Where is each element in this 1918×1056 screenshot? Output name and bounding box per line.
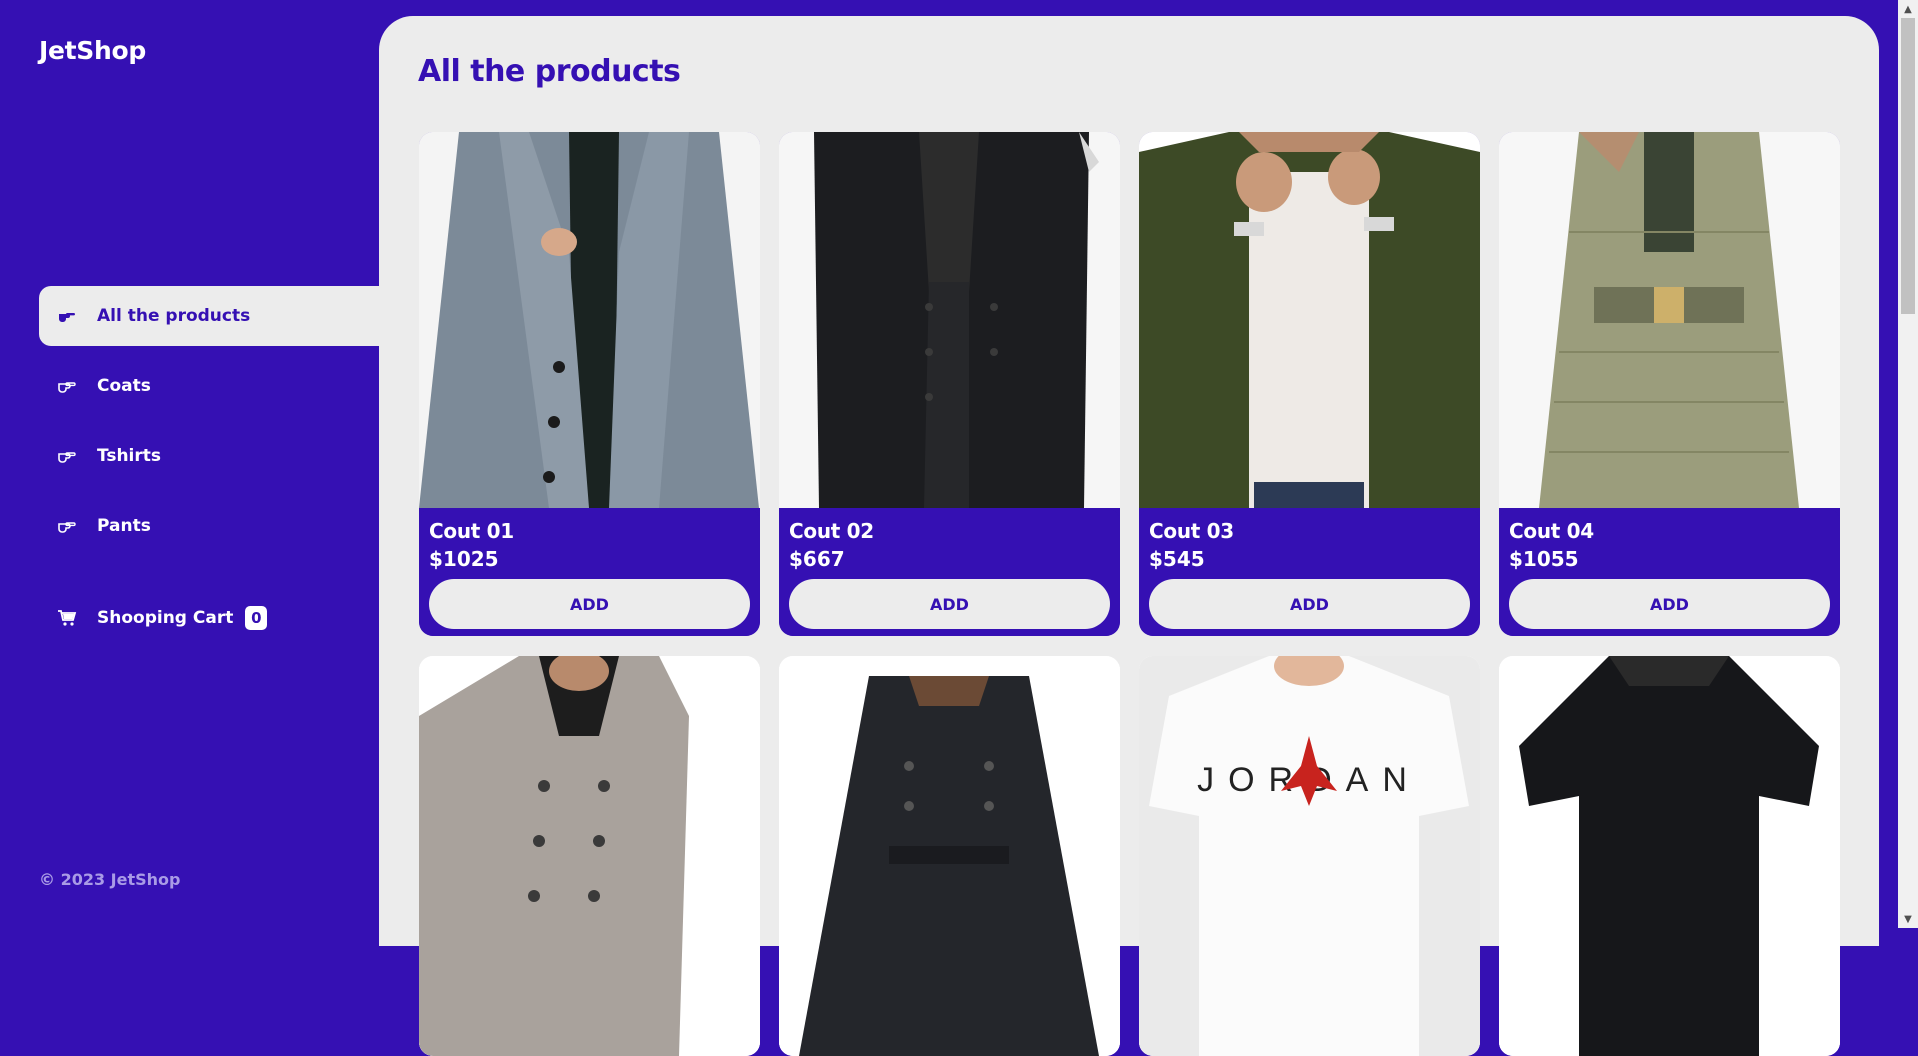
product-grid: Cout 01 $1025 ADD Cout 02 $667 ADD Cout … (419, 132, 1840, 1056)
hand-pointer-icon (57, 516, 77, 536)
brand-logo[interactable]: JetShop (39, 36, 146, 65)
add-to-cart-button[interactable]: ADD (789, 579, 1110, 629)
product-name: Cout 01 (429, 519, 514, 543)
product-card (419, 656, 760, 1056)
page-title: All the products (418, 54, 681, 89)
product-image-grey-wool-coat[interactable] (419, 132, 760, 508)
product-price: $545 (1149, 547, 1205, 571)
product-image-olive-puffer-coat[interactable] (1499, 132, 1840, 508)
product-image-black-double-breasted-coat[interactable] (779, 656, 1120, 1056)
cart-count-badge: 0 (245, 606, 268, 630)
product-card: Cout 03 $545 ADD (1139, 132, 1480, 636)
product-price: $1025 (429, 547, 499, 571)
product-image-white-jordan-tshirt[interactable]: JORDAN (1139, 656, 1480, 1056)
product-info: Cout 04 $1055 ADD (1499, 508, 1840, 636)
shopping-cart-link[interactable]: Shooping Cart 0 (57, 606, 268, 630)
product-info: Cout 01 $1025 ADD (419, 508, 760, 636)
product-name: Cout 03 (1149, 519, 1234, 543)
product-name: Cout 04 (1509, 519, 1594, 543)
product-card (1499, 656, 1840, 1056)
sidebar-item-all-products[interactable]: All the products (39, 286, 380, 346)
sidebar-nav: All the products Coats Tshirts Pants (39, 286, 380, 566)
main-content: All the products Cout 01 $1025 ADD Cout … (379, 16, 1879, 1056)
scroll-thumb[interactable] (1901, 18, 1915, 314)
product-info: Cout 03 $545 ADD (1139, 508, 1480, 636)
sidebar: JetShop All the products Coats Tshirts P… (0, 0, 380, 928)
product-image-black-trench-coat[interactable] (779, 132, 1120, 508)
cart-label: Shooping Cart (97, 608, 234, 628)
footer-copyright: © 2023 JetShop (39, 870, 181, 889)
sidebar-item-coats[interactable]: Coats (39, 356, 380, 416)
product-card: Cout 02 $667 ADD (779, 132, 1120, 636)
scroll-down-icon[interactable]: ▼ (1898, 910, 1918, 928)
sidebar-item-tshirts[interactable]: Tshirts (39, 426, 380, 486)
hand-pointer-icon (57, 376, 77, 396)
product-card: JORDAN (1139, 656, 1480, 1056)
product-name: Cout 02 (789, 519, 874, 543)
hand-pointer-icon (57, 306, 77, 326)
add-to-cart-button[interactable]: ADD (1149, 579, 1470, 629)
sidebar-item-label: Tshirts (97, 446, 162, 466)
hand-pointer-icon (57, 446, 77, 466)
add-to-cart-button[interactable]: ADD (429, 579, 750, 629)
product-image-black-tshirt[interactable] (1499, 656, 1840, 1056)
sidebar-item-label: Pants (97, 516, 151, 536)
shopping-cart-icon (57, 608, 77, 628)
product-image-grey-peacoat[interactable] (419, 656, 760, 1056)
product-price: $1055 (1509, 547, 1579, 571)
sidebar-item-label: Coats (97, 376, 151, 396)
scroll-up-icon[interactable]: ▲ (1898, 0, 1918, 18)
product-price: $667 (789, 547, 845, 571)
vertical-scrollbar[interactable]: ▲ ▼ (1898, 0, 1918, 928)
product-card: Cout 04 $1055 ADD (1499, 132, 1840, 636)
product-info: Cout 02 $667 ADD (779, 508, 1120, 636)
product-image-olive-bomber-jacket[interactable] (1139, 132, 1480, 508)
sidebar-item-label: All the products (97, 306, 251, 326)
product-card (779, 656, 1120, 1056)
sidebar-item-pants[interactable]: Pants (39, 496, 380, 556)
add-to-cart-button[interactable]: ADD (1509, 579, 1830, 629)
product-card: Cout 01 $1025 ADD (419, 132, 760, 636)
